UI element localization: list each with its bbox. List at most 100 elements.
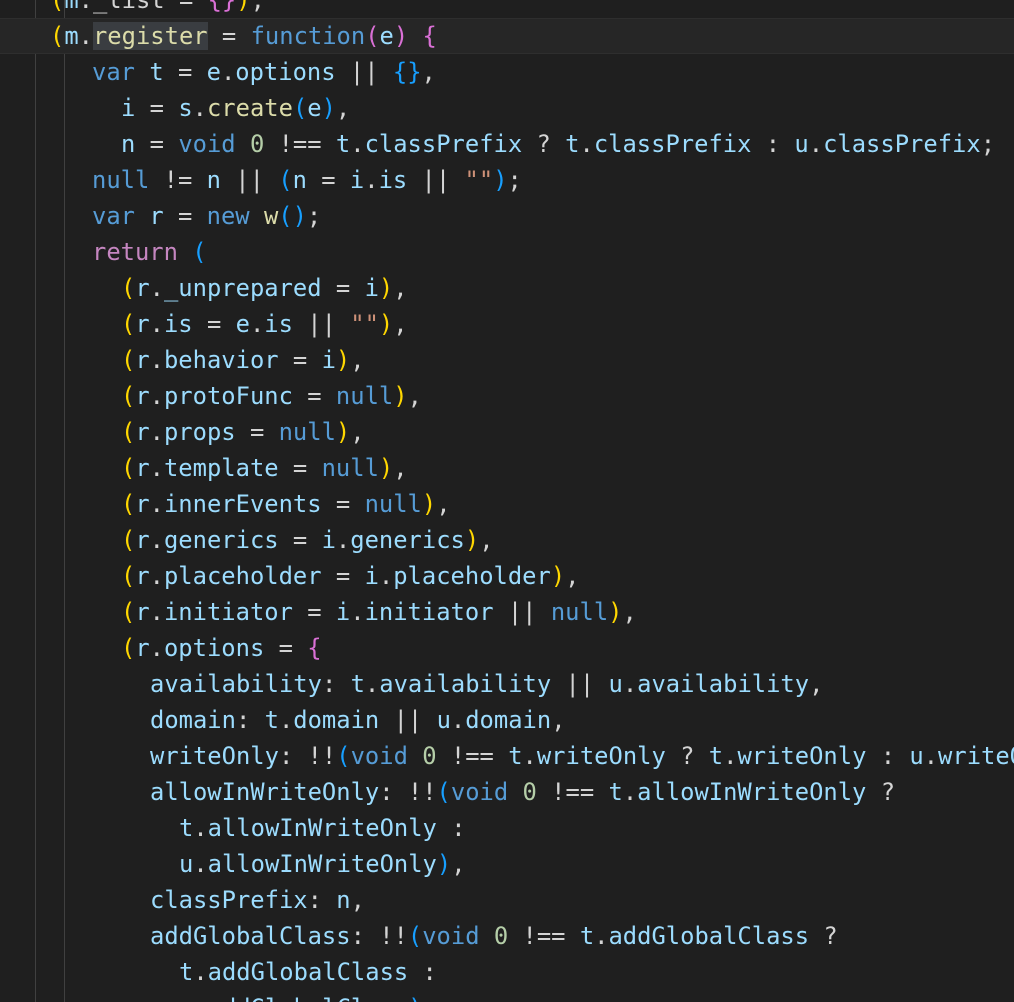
code-token: : — [307, 886, 337, 914]
code-token: . — [149, 346, 164, 374]
code-token: innerEvents — [163, 490, 322, 518]
code-token: , — [407, 382, 422, 410]
code-token: generics — [163, 526, 279, 554]
code-token: domain — [150, 706, 236, 734]
code-token: . — [149, 598, 164, 626]
code-editor[interactable]: (m._list = {}); (m.register = function(e)… — [0, 0, 1014, 1002]
code-text: (r.template = null), — [121, 450, 408, 486]
code-token: e — [307, 94, 322, 122]
code-text: addGlobalClass: !!(void 0 !== t.addGloba… — [150, 918, 838, 954]
code-line[interactable]: var r = new w(); — [0, 198, 1014, 234]
code-text: allowInWriteOnly: !!(void 0 !== t.allowI… — [150, 774, 895, 810]
code-token: = — [292, 598, 336, 626]
code-token: || — [407, 166, 465, 194]
code-line[interactable]: u.allowInWriteOnly), — [0, 846, 1014, 882]
code-line[interactable]: (r._unprepared = i), — [0, 270, 1014, 306]
code-line[interactable]: u.addGlobalClass), — [0, 990, 1014, 1002]
code-token: . — [364, 166, 379, 194]
code-line[interactable]: t.allowInWriteOnly : — [0, 810, 1014, 846]
code-line[interactable]: classPrefix: n, — [0, 882, 1014, 918]
code-text: domain: t.domain || u.domain, — [150, 702, 566, 738]
code-token: ( — [121, 310, 136, 338]
code-token: is — [163, 310, 193, 338]
code-token: ; — [306, 202, 322, 230]
code-text: t.addGlobalClass : — [179, 954, 437, 990]
code-token: ) — [393, 22, 409, 50]
code-token: allowInWriteOnly — [150, 778, 380, 806]
code-token: {} — [207, 0, 237, 14]
code-token: ? — [665, 742, 709, 770]
code-line[interactable]: addGlobalClass: !!(void 0 !== t.addGloba… — [0, 918, 1014, 954]
code-line[interactable]: t.addGlobalClass : — [0, 954, 1014, 990]
code-token: . — [622, 670, 638, 698]
code-line[interactable]: null != n || (n = i.is || ""); — [0, 162, 1014, 198]
code-token: { — [307, 634, 322, 662]
code-token: ? — [522, 130, 566, 158]
code-line[interactable]: (r.generics = i.generics), — [0, 522, 1014, 558]
code-token: . — [249, 310, 265, 338]
code-line[interactable]: n = void 0 !== t.classPrefix ? t.classPr… — [0, 126, 1014, 162]
code-line[interactable]: domain: t.domain || u.domain, — [0, 702, 1014, 738]
code-line[interactable]: (m._list = {}); — [0, 0, 1014, 18]
code-token: var — [92, 202, 135, 230]
code-line[interactable]: i = s.create(e), — [0, 90, 1014, 126]
code-line[interactable]: writeOnly: !!(void 0 !== t.writeOnly ? t… — [0, 738, 1014, 774]
code-token: ) — [335, 346, 351, 374]
code-line[interactable]: (r.protoFunc = null), — [0, 378, 1014, 414]
code-token: || — [292, 310, 351, 338]
code-line[interactable]: (r.template = null), — [0, 450, 1014, 486]
code-text: (r.behavior = i), — [121, 342, 365, 378]
code-token: initiator — [163, 598, 293, 626]
code-token: ; — [980, 130, 996, 158]
code-token: r — [135, 454, 150, 482]
selected-token: register — [92, 22, 208, 50]
code-token: . — [149, 490, 164, 518]
code-line[interactable]: (r.behavior = i), — [0, 342, 1014, 378]
code-token: . — [149, 382, 164, 410]
code-line[interactable]: availability: t.availability || u.availa… — [0, 666, 1014, 702]
code-token: : — [866, 742, 910, 770]
code-token: create — [206, 94, 293, 122]
code-token: = — [306, 166, 350, 194]
code-token: is — [378, 166, 408, 194]
code-token: || — [379, 706, 437, 734]
code-token: classPrefix — [593, 130, 752, 158]
code-text: (r.is = e.is || ""), — [121, 306, 408, 342]
code-text: (r._unprepared = i), — [121, 270, 408, 306]
code-text: t.allowInWriteOnly : — [179, 810, 466, 846]
code-line[interactable]: (r.options = { — [0, 630, 1014, 666]
code-token: !== — [436, 742, 509, 770]
code-token: "" — [464, 166, 494, 194]
code-line[interactable]: var t = e.options || {}, — [0, 54, 1014, 90]
code-line[interactable]: (r.is = e.is || ""), — [0, 306, 1014, 342]
code-line[interactable]: return ( — [0, 234, 1014, 270]
code-line[interactable]: (r.props = null), — [0, 414, 1014, 450]
code-token: addGlobalClass — [150, 922, 351, 950]
code-line[interactable]: allowInWriteOnly: !!(void 0 !== t.allowI… — [0, 774, 1014, 810]
code-token: = — [321, 562, 365, 590]
code-token: ) — [421, 490, 437, 518]
code-token: , — [479, 526, 494, 554]
code-token: null — [335, 382, 394, 410]
code-token: . — [192, 94, 207, 122]
code-line[interactable]: (r.innerEvents = null), — [0, 486, 1014, 522]
code-line[interactable]: (r.placeholder = i.placeholder), — [0, 558, 1014, 594]
code-token: generics — [350, 526, 465, 554]
code-line[interactable]: (m.register = function(e) { — [0, 18, 1014, 54]
code-token: null — [278, 418, 336, 446]
code-token: writeOnly — [536, 742, 666, 770]
code-token: r — [135, 490, 150, 518]
code-token: t — [149, 58, 164, 86]
code-token: m — [64, 0, 79, 14]
code-line[interactable]: (r.initiator = i.initiator || null), — [0, 594, 1014, 630]
code-token: , — [335, 94, 351, 122]
code-token: . — [350, 130, 365, 158]
code-token: ( — [121, 526, 136, 554]
code-token: t — [608, 778, 623, 806]
code-token: . — [335, 526, 351, 554]
code-token: . — [78, 22, 93, 50]
code-token: u — [436, 706, 451, 734]
